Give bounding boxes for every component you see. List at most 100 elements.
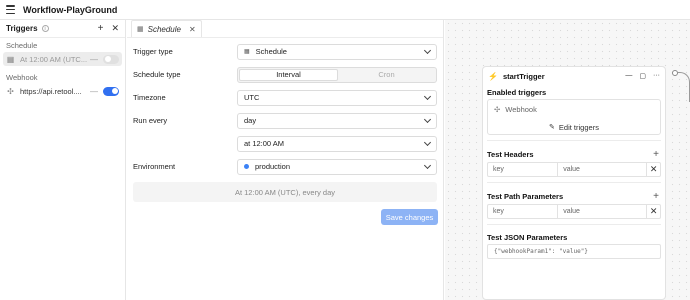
expand-icon[interactable]: ▢ [639, 72, 646, 80]
select-value: production [255, 162, 291, 171]
json-params-editor[interactable]: {"webhookParam1": "value"} [487, 244, 661, 259]
value-input[interactable]: value [558, 204, 648, 219]
start-trigger-node[interactable]: ⚡ startTrigger — ▢ ··· Enabled triggers … [482, 66, 666, 300]
field-label: Timezone [133, 93, 166, 102]
segment-cron[interactable]: Cron [338, 69, 435, 81]
test-json-params-section: Test JSON Parameters {"webhookParam1": "… [483, 230, 665, 259]
select-value: Schedule [255, 47, 287, 56]
key-input[interactable]: key [487, 204, 559, 219]
chevron-down-icon [423, 46, 432, 54]
section-title: Test Headers [487, 149, 534, 159]
schedule-enabled-toggle[interactable] [103, 54, 119, 64]
segment-interval[interactable]: Interval [239, 68, 338, 81]
schedule-type-segmented: Interval Cron [237, 66, 437, 83]
run-every-select[interactable]: day [237, 112, 437, 129]
app-header: Workflow-PlayGround [0, 0, 690, 20]
chevron-down-icon [423, 92, 432, 100]
environment-row: Environment production [133, 155, 443, 178]
chevron-down-icon [423, 161, 432, 169]
section-title: Test JSON Parameters [487, 232, 568, 242]
add-trigger-button[interactable]: + [98, 23, 104, 34]
trigger-item-webhook[interactable]: ✣ https://api.retool.... — [3, 84, 122, 98]
node-header: ⚡ startTrigger — ▢ ··· [483, 67, 665, 85]
section-label-schedule: Schedule [6, 40, 38, 50]
divider [487, 224, 661, 225]
triggers-panel: Triggers i + ✕ Schedule ▦ At 12:00 AM (U… [0, 20, 126, 300]
triggers-title: Triggers [6, 24, 38, 33]
close-panel-button[interactable]: ✕ [111, 24, 119, 33]
section-title: Test Path Parameters [487, 191, 564, 201]
run-time-select[interactable]: at 12:00 AM [237, 135, 437, 152]
pencil-icon: ✎ [549, 124, 555, 131]
schedule-form: Trigger type ▦ Schedule Schedule type In… [127, 38, 443, 178]
select-value: UTC [244, 93, 260, 102]
remove-row-icon[interactable]: ✕ [647, 162, 662, 177]
info-icon[interactable]: i [41, 25, 49, 32]
trigger-item-label: https://api.retool.... [20, 86, 82, 96]
field-label: Environment [133, 162, 176, 171]
schedule-editor: ▦ Schedule ✕ Trigger type ▦ Schedule Sch… [127, 20, 444, 300]
calendar-icon: ▦ [244, 49, 250, 55]
chevron-down-icon [423, 115, 432, 123]
remove-row-icon[interactable]: ✕ [647, 204, 662, 219]
app-title: Workflow-PlayGround [23, 4, 118, 15]
more-options-icon[interactable]: — [90, 87, 100, 96]
run-every-row: Run every day [133, 109, 443, 132]
path-param-kv-row: key value ✕ [487, 204, 662, 219]
section-header: Test Path Parameters + [487, 188, 661, 204]
run-time-row: at 12:00 AM [133, 132, 443, 155]
chevron-down-icon [423, 138, 432, 146]
enabled-triggers-section: Enabled triggers ✣ Webhook ✎ Edit trigge… [483, 85, 665, 141]
test-path-params-section: Test Path Parameters + key value ✕ [483, 188, 665, 225]
test-headers-section: Test Headers + key value ✕ [483, 146, 665, 183]
connection-line [678, 72, 690, 102]
header-kv-row: key value ✕ [487, 162, 662, 177]
tab-schedule[interactable]: ▦ Schedule ✕ [131, 20, 202, 37]
minimize-icon[interactable]: — [625, 72, 632, 80]
trigger-type-select[interactable]: ▦ Schedule [237, 43, 437, 60]
edit-triggers-button[interactable]: ✎ Edit triggers [488, 118, 660, 136]
environment-status-dot [244, 164, 249, 169]
more-options-icon[interactable]: ··· [653, 72, 660, 80]
value-input[interactable]: value [558, 162, 648, 177]
field-label: Trigger type [133, 47, 173, 56]
webhook-icon: ✣ [494, 104, 501, 114]
add-header-button[interactable]: + [653, 149, 659, 160]
section-label-webhook: Webhook [6, 72, 38, 82]
key-input[interactable]: key [487, 162, 559, 177]
node-title: startTrigger [502, 71, 545, 81]
trigger-item-schedule[interactable]: ▦ At 12:00 AM (UTC... — [3, 52, 122, 66]
divider [487, 140, 661, 141]
more-options-icon[interactable]: — [90, 55, 100, 64]
triggers-panel-header: Triggers i + ✕ [0, 20, 125, 38]
timezone-row: Timezone UTC [133, 86, 443, 109]
trigger-type-row: Trigger type ▦ Schedule [133, 40, 443, 63]
save-changes-button[interactable]: Save changes [381, 209, 438, 225]
lightning-icon: ⚡ [488, 71, 498, 81]
edit-triggers-label: Edit triggers [558, 122, 599, 132]
section-title: Enabled triggers [487, 87, 547, 97]
add-path-param-button[interactable]: + [653, 191, 659, 202]
enabled-trigger-label: Webhook [505, 104, 537, 114]
section-header: Test Headers + [487, 146, 661, 162]
environment-select[interactable]: production [237, 158, 437, 175]
divider [487, 182, 661, 183]
select-value: day [244, 116, 257, 125]
webhook-enabled-toggle[interactable] [103, 86, 119, 96]
select-value: at 12:00 AM [244, 139, 285, 148]
trigger-item-label: At 12:00 AM (UTC... [20, 54, 88, 64]
tab-bar: ▦ Schedule ✕ [127, 20, 443, 38]
field-label: Run every [133, 116, 168, 125]
field-label: Schedule type [133, 70, 181, 79]
close-tab-icon[interactable]: ✕ [189, 25, 196, 34]
webhook-icon: ✣ [7, 86, 14, 96]
timezone-select[interactable]: UTC [237, 89, 437, 106]
calendar-icon: ▦ [137, 26, 144, 33]
tab-label: Schedule [147, 24, 181, 34]
schedule-summary: At 12:00 AM (UTC), every day [133, 182, 437, 202]
calendar-icon: ▦ [6, 54, 15, 64]
enabled-triggers-box: ✣ Webhook ✎ Edit triggers [487, 99, 661, 135]
enabled-trigger-item: ✣ Webhook [488, 100, 660, 118]
menu-icon[interactable] [6, 5, 15, 14]
schedule-type-row: Schedule type Interval Cron [133, 63, 443, 86]
